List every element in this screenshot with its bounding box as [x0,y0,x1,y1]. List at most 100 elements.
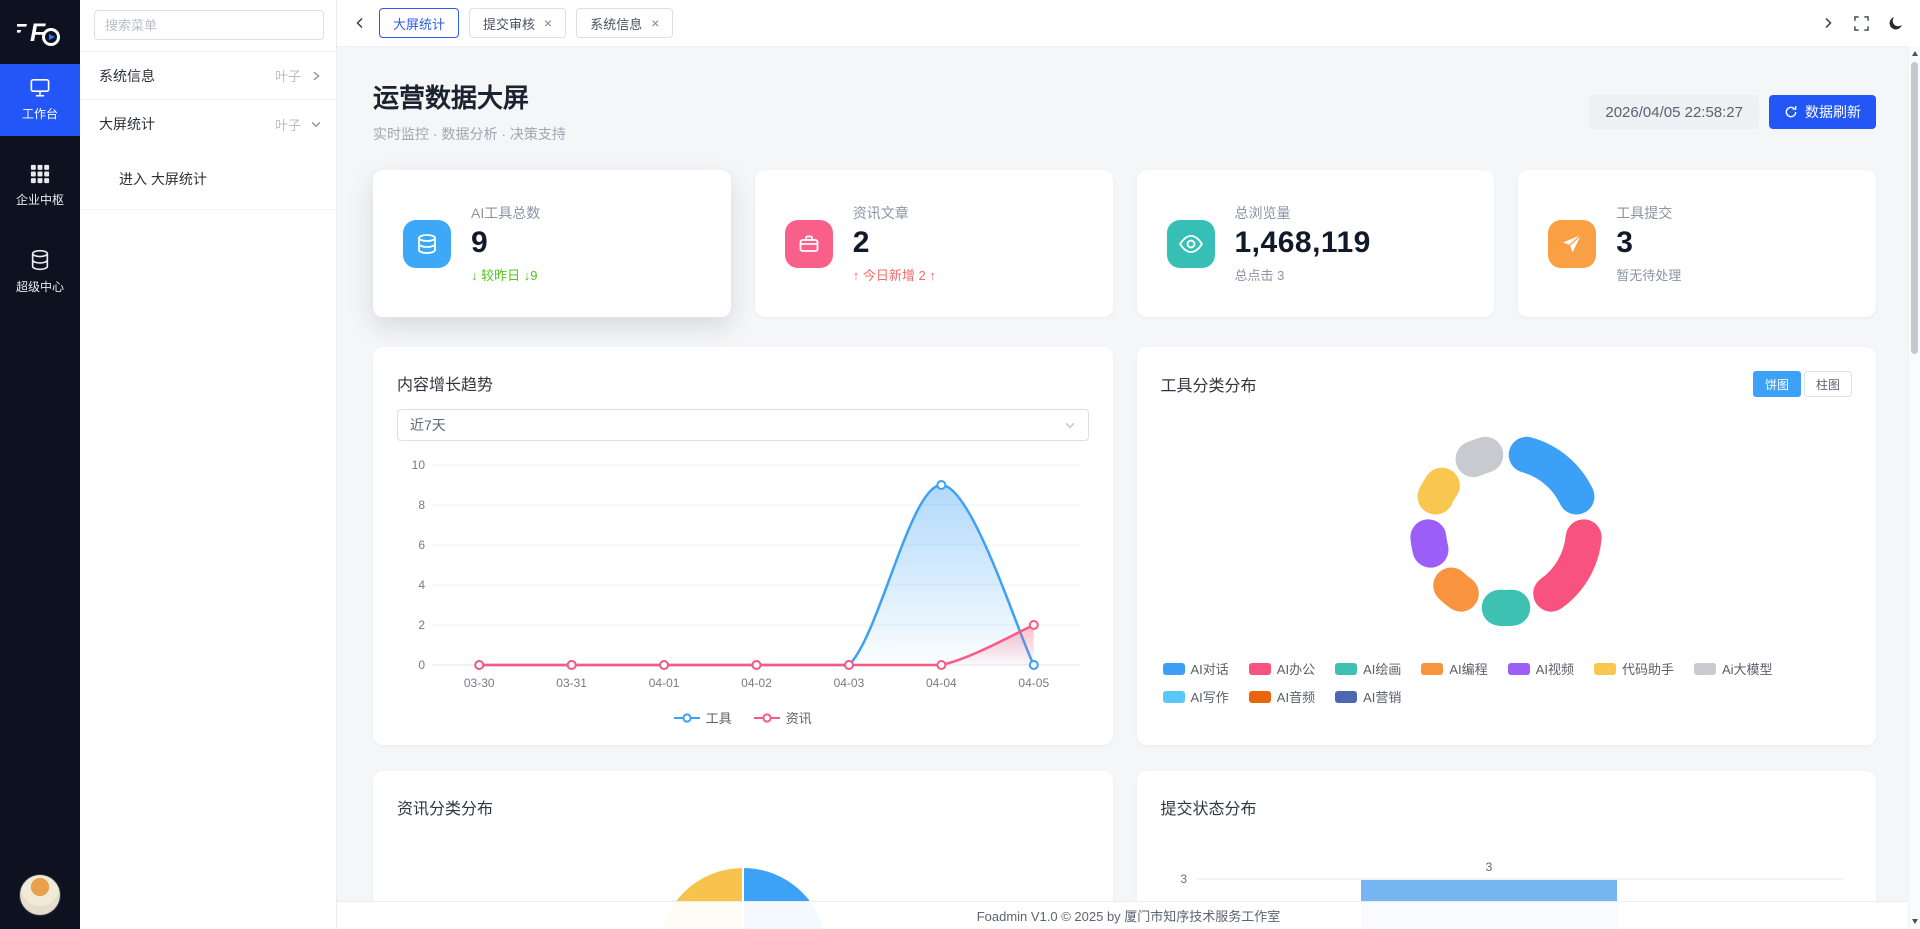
legend-swatch [1249,691,1271,703]
app-logo[interactable]: F [0,0,80,64]
legend-item[interactable]: 工具 [674,708,732,727]
panel-title: 工具分类分布 [1161,372,1257,396]
donut-chart-legend: AI对话 AI办公 AI绘画 AI编程 AI视频 代码助手 Ai大模型 AI写作… [1161,659,1853,706]
legend-label: AI办公 [1277,659,1315,678]
legend-label: AI写作 [1191,687,1229,706]
svg-text:04-01: 04-01 [649,676,680,690]
stat-card-news-articles[interactable]: 资讯文章 2 ↑ 今日新增 2 ↑ [755,170,1113,317]
svg-text:03-31: 03-31 [556,676,587,690]
chevron-left-icon [353,16,367,30]
sidebar-item-workbench[interactable]: 工作台 [0,64,80,136]
legend-label: AI编程 [1449,659,1487,678]
legend-label: AI营销 [1363,687,1401,706]
moon-icon [1888,15,1904,31]
legend-item[interactable]: AI写作 [1163,687,1229,706]
svg-text:8: 8 [418,498,425,512]
tab-submit-review[interactable]: 提交审核 × [469,8,566,38]
primary-sidebar: F 工作台 [0,0,80,929]
legend-item[interactable]: AI办公 [1249,659,1315,678]
legend-label: AI视频 [1536,659,1574,678]
rail-item-label: 工作台 [22,105,58,122]
panel-title: 提交状态分布 [1161,795,1853,819]
legend-item[interactable]: AI营销 [1335,687,1401,706]
charts-row: 内容增长趋势 近7天 024681003-3003-3104-0104-0204… [373,347,1876,745]
legend-item[interactable]: 代码助手 [1594,659,1674,678]
stat-card-ai-tools[interactable]: AI工具总数 9 ↓ 较昨日 ↓9 [373,170,731,317]
fullscreen-button[interactable] [1854,16,1869,31]
stat-trend: 暂无待处理 [1616,265,1681,284]
app-footer: Foadmin V1.0 © 2025 by 厦门市知序技术服务工作室 [337,901,1920,929]
panel-title: 内容增长趋势 [397,371,1089,395]
tab-label: 提交审核 [483,14,535,33]
sidebar-item-super-center[interactable]: 超级中心 [0,236,80,308]
database-icon [29,249,51,271]
panel-title: 资讯分类分布 [397,795,1089,819]
legend-item[interactable]: AI编程 [1421,659,1487,678]
panel-tool-category: 工具分类分布 饼图 柱图 AI对话 AI办公 AI绘画 AI编程 AI视频 代码… [1137,347,1877,745]
stat-label: 工具提交 [1616,203,1681,223]
tab-label: 系统信息 [590,14,642,33]
legend-label: AI绘画 [1363,659,1401,678]
rail-item-label: 企业中枢 [16,191,64,208]
legend-label: 工具 [706,708,732,727]
svg-text:6: 6 [418,538,425,552]
donut-chart [1161,405,1853,655]
legend-swatch [1694,663,1716,675]
menu-item-badge: 叶子 [275,66,301,85]
tab-close-icon[interactable]: × [544,16,552,30]
page-title: 运营数据大屏 [373,80,566,116]
svg-text:03-30: 03-30 [464,676,495,690]
main-area: 大屏统计 提交审核 × 系统信息 × [337,0,1920,929]
svg-text:04-02: 04-02 [741,676,772,690]
data-refresh-button[interactable]: 数据刷新 [1769,95,1876,129]
logo-icon: F [17,15,63,49]
legend-item[interactable]: AI绘画 [1335,659,1401,678]
scroll-up-arrow-icon[interactable] [1912,51,1918,56]
chevron-right-icon [1821,16,1835,30]
refresh-icon [1784,105,1798,119]
menu-item-system-info[interactable]: 系统信息 叶子 [80,52,336,100]
legend-swatch [1594,663,1616,675]
legend-line-marker [674,713,700,723]
menu-subitem-enter-dashboard[interactable]: 进入 大屏统计 [80,148,336,210]
rail-item-label: 超级中心 [16,278,64,295]
svg-text:0: 0 [418,658,425,672]
stat-trend: 总点击 3 [1235,265,1371,284]
tab-close-icon[interactable]: × [651,16,659,30]
stat-label: 资讯文章 [853,203,936,223]
user-avatar[interactable] [20,875,60,915]
stat-value: 2 [853,226,936,260]
tab-system-info[interactable]: 系统信息 × [576,8,673,38]
stat-card-tool-submissions[interactable]: 工具提交 3 暂无待处理 [1518,170,1876,317]
sidebar-item-enterprise-hub[interactable]: 企业中枢 [0,150,80,222]
tabbar-actions [1821,15,1904,31]
legend-swatch [1163,663,1185,675]
legend-item[interactable]: AI音频 [1249,687,1315,706]
menu-search-input[interactable] [94,10,324,40]
scrollbar-thumb[interactable] [1911,62,1918,354]
tabs-scroll-left[interactable] [351,16,369,30]
toggle-bar-button[interactable]: 柱图 [1804,371,1852,397]
tabs-scroll-right[interactable] [1821,16,1835,30]
scroll-down-arrow-icon[interactable] [1912,919,1918,924]
legend-item[interactable]: 资讯 [754,708,812,727]
menu-subitem-label: 进入 大屏统计 [119,169,207,189]
tab-dashboard-stats[interactable]: 大屏统计 [379,8,459,38]
toggle-pie-button[interactable]: 饼图 [1753,371,1801,397]
legend-swatch [1163,691,1185,703]
legend-item[interactable]: Ai大模型 [1694,659,1773,678]
svg-text:3: 3 [1485,860,1492,874]
legend-item[interactable]: AI视频 [1508,659,1574,678]
vertical-scrollbar[interactable] [1908,46,1920,929]
date-range-select[interactable]: 近7天 [397,409,1089,441]
legend-swatch [1335,663,1357,675]
monitor-icon [29,78,51,98]
legend-item[interactable]: AI对话 [1163,659,1229,678]
menu-item-dashboard-stats[interactable]: 大屏统计 叶子 [80,100,336,148]
line-chart: 024681003-3003-3104-0104-0204-0304-0404-… [397,455,1089,700]
stat-cards: AI工具总数 9 ↓ 较昨日 ↓9 资讯文章 [373,170,1876,317]
legend-swatch [1249,663,1271,675]
stat-card-total-views[interactable]: 总浏览量 1,468,119 总点击 3 [1137,170,1495,317]
dark-mode-toggle[interactable] [1888,15,1904,31]
grid-icon [30,164,50,184]
